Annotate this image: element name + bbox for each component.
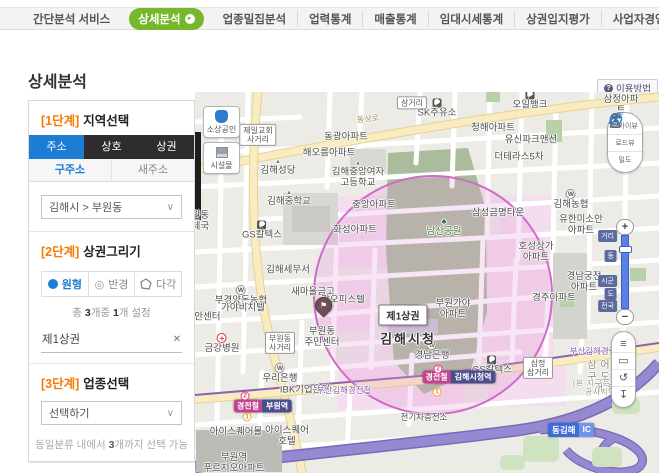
map-tool-buttons: ≡ ▭ ↺ ↧	[611, 331, 636, 408]
zoom-level-tag-거리[interactable]: 거리	[598, 230, 617, 242]
tab-상권[interactable]: 상권	[139, 135, 194, 159]
route-number-2: 2	[241, 392, 250, 401]
map-button-소상공인[interactable]: 소상공인	[203, 106, 240, 138]
industry-select[interactable]: 선택하기 ∨	[41, 401, 182, 425]
route-number-1: 1	[243, 413, 252, 422]
zoom-slider[interactable]	[621, 235, 629, 309]
subtab-구주소[interactable]: 구주소	[29, 159, 111, 181]
nav-item-상세분석[interactable]: 상세분석▸	[129, 8, 203, 30]
page-title: 상세분석	[28, 68, 87, 92]
map[interactable]: 동광아파트해오름아파트▲김해성당▲김해중앙여자 고등학교▲김해중학교중앙아파트화…	[195, 92, 659, 473]
station-badge-segment: 경전철	[234, 400, 262, 413]
map-button-label: 소상공인	[204, 124, 239, 135]
step1-subtabs: 구주소새주소	[29, 159, 194, 182]
zoom-slider-handle[interactable]	[619, 246, 632, 253]
chevron-down-icon: ∨	[167, 408, 174, 419]
region-select[interactable]: 김해시 > 부원동 ∨	[41, 195, 182, 219]
view-control-로드뷰[interactable]: 로드뷰	[608, 134, 642, 151]
industry-hint: 동일분류 내에서 3개까지 선택 가능	[33, 437, 190, 452]
step1-title: 지역선택	[83, 114, 129, 128]
shape-다각[interactable]: 다각	[134, 272, 181, 296]
zoom-level-tag-도[interactable]: 도	[605, 288, 617, 300]
top-nav: 간단분석 서비스 상세분석▸ 업종밀집분석업력통계매출통계임대시세통계상권입지평가사…	[0, 7, 659, 30]
analysis-panel: [1단계] 지역선택 주소상호상권 구주소새주소 김해시 > 부원동 ∨ [2단계…	[28, 100, 195, 462]
map-view-controls: 스카이뷰로드뷰밀도	[607, 112, 643, 173]
nav-item-사업자경영평가[interactable]: 사업자경영평가	[601, 11, 659, 27]
nav-item-간단분석 서비스[interactable]: 간단분석 서비스	[22, 11, 121, 27]
map-canvas	[195, 92, 659, 473]
view-control-label: 밀도	[608, 155, 642, 165]
shape-label: 반경	[108, 276, 128, 292]
cityhall-label: 김해시청	[380, 329, 436, 348]
flag-icon: ⚑	[320, 301, 327, 310]
map-button-label: 시설물	[204, 160, 239, 171]
panel-actions: 초기화 분석하기	[29, 462, 194, 473]
zoom-in-button[interactable]: +	[616, 219, 634, 235]
download-button[interactable]: ↧	[612, 386, 635, 403]
shape-buttons: 원형 ◎반경 다각	[41, 271, 182, 297]
map-button-시설물[interactable]: 시설물	[203, 142, 240, 174]
station-badge-부원역: 경전철부원역	[234, 400, 292, 413]
station-badge-segment: 김해시청역	[451, 371, 496, 384]
subtab-새주소[interactable]: 새주소	[111, 159, 194, 181]
step1-header: [1단계] 지역선택	[29, 101, 194, 135]
zoom-level-tag-전국[interactable]: 전국	[598, 300, 617, 312]
undo-button[interactable]: ↺	[612, 369, 635, 386]
trade-area-label: 제1상권	[378, 305, 427, 326]
zoom-level-tag-동[interactable]: 동	[605, 250, 617, 262]
shape-반경[interactable]: ◎반경	[88, 272, 135, 296]
zoom-control: + −	[616, 219, 634, 325]
radius-icon: ◎	[95, 278, 105, 291]
area-count-text: 총 3개중 1개 설정	[29, 305, 194, 320]
legend-button[interactable]: ≡	[612, 336, 635, 352]
nav-item-임대시세통계[interactable]: 임대시세통계	[428, 11, 514, 27]
step2-title: 상권그리기	[83, 245, 141, 259]
step2-badge: [2단계]	[41, 245, 79, 259]
ruler-button[interactable]: ▭	[612, 352, 635, 369]
step1-badge: [1단계]	[41, 114, 79, 128]
step3-header: [3단계] 업종선택	[29, 364, 194, 398]
nav-item-매출통계[interactable]: 매출통계	[362, 11, 427, 27]
sbiz-logo-icon	[215, 110, 228, 123]
legend-icon: ≡	[620, 338, 626, 350]
nav-item-업종밀집분석[interactable]: 업종밀집분석	[212, 11, 297, 27]
interchange-badge-동김해: 동김해IC	[548, 423, 594, 437]
industry-select-value: 선택하기	[49, 405, 89, 421]
step3-badge: [3단계]	[41, 377, 79, 391]
polygon-icon	[140, 278, 152, 290]
shape-label: 다각	[156, 276, 176, 292]
trade-area-name: 제1상권	[42, 331, 80, 347]
trade-area-row: 제1상권 ✕	[41, 326, 182, 353]
active-arrow-icon: ▸	[185, 14, 195, 24]
collapsed-panel-strip	[195, 132, 201, 220]
interchange-badge-part: IC	[579, 423, 594, 437]
station-badge-segment: 부원역	[262, 400, 292, 413]
undo-icon: ↺	[619, 372, 628, 384]
route-number-2: 2	[434, 365, 443, 374]
interchange-badge-part: 동김해	[548, 423, 579, 437]
step2-header: [2단계] 상권그리기	[29, 232, 194, 266]
download-icon: ↧	[619, 389, 628, 401]
tab-상호[interactable]: 상호	[84, 135, 139, 159]
circle-filled-icon	[48, 279, 58, 289]
route-number-1: 1	[433, 388, 442, 397]
remove-area-icon[interactable]: ✕	[173, 334, 181, 345]
zoom-level-tag-시군[interactable]: 시군	[598, 275, 617, 287]
view-control-label: 로드뷰	[608, 138, 642, 148]
tab-주소[interactable]: 주소	[29, 135, 84, 159]
region-select-value: 김해시 > 부원동	[49, 199, 122, 215]
zoom-out-button[interactable]: −	[616, 309, 634, 325]
ruler-icon: ▭	[618, 355, 628, 367]
step1-tabs: 주소상호상권	[29, 135, 194, 159]
view-control-밀도[interactable]: 밀도	[608, 151, 642, 168]
nav-item-상권입지평가[interactable]: 상권입지평가	[514, 11, 600, 27]
shape-원형[interactable]: 원형	[42, 272, 88, 296]
shape-label: 원형	[62, 276, 82, 292]
facility-icon	[216, 147, 228, 158]
app: 간단분석 서비스상세분석▸업종밀집분석업력통계매출통계임대시세통계상권입지평가사…	[0, 0, 659, 473]
nav-item-업력통계[interactable]: 업력통계	[297, 11, 362, 27]
station-badge-김해시청역: 경전철김해시청역	[423, 371, 496, 384]
chevron-down-icon: ∨	[167, 202, 174, 213]
step3-title: 업종선택	[83, 377, 129, 391]
